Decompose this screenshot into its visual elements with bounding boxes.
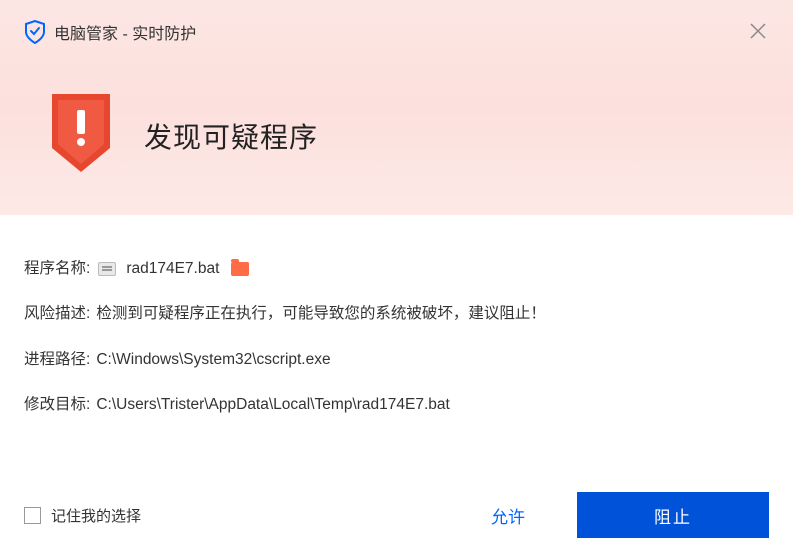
warning-shield-icon — [46, 94, 116, 178]
target-path-row: 修改目标: C:\Users\Trister\AppData\Local\Tem… — [24, 393, 769, 416]
header-top-row: 电脑管家 - 实时防护 — [24, 20, 769, 44]
close-button[interactable] — [749, 22, 767, 40]
footer-bar: 记住我的选择 允许 阻止 — [0, 477, 793, 553]
bat-file-icon — [98, 262, 116, 276]
target-label: 修改目标: — [24, 393, 90, 416]
remember-checkbox[interactable] — [24, 507, 41, 524]
program-name-row: 程序名称: rad174E7.bat — [24, 257, 769, 280]
block-button[interactable]: 阻止 — [577, 492, 769, 538]
folder-icon[interactable] — [231, 262, 249, 276]
app-logo-icon — [24, 20, 46, 44]
risk-value: 检测到可疑程序正在执行，可能导致您的系统被破坏，建议阻止！ — [96, 302, 546, 325]
alert-section: 发现可疑程序 — [46, 94, 769, 178]
program-name-label: 程序名称: — [24, 257, 90, 280]
action-buttons: 允许 阻止 — [467, 492, 769, 538]
process-path-row: 进程路径: C:\Windows\System32\cscript.exe — [24, 348, 769, 371]
remember-choice-section: 记住我的选择 — [24, 505, 141, 526]
program-name-value: rad174E7.bat — [126, 257, 219, 280]
remember-label: 记住我的选择 — [51, 505, 141, 526]
process-path-value: C:\Windows\System32\cscript.exe — [96, 348, 330, 371]
process-path-label: 进程路径: — [24, 348, 90, 371]
risk-description-row: 风险描述: 检测到可疑程序正在执行，可能导致您的系统被破坏，建议阻止！ — [24, 302, 769, 325]
target-value: C:\Users\Trister\AppData\Local\Temp\rad1… — [96, 393, 450, 416]
allow-button[interactable]: 允许 — [467, 495, 549, 536]
risk-label: 风险描述: — [24, 302, 90, 325]
details-section: 程序名称: rad174E7.bat 风险描述: 检测到可疑程序正在执行，可能导… — [0, 215, 793, 416]
alert-heading: 发现可疑程序 — [144, 116, 318, 156]
close-icon — [750, 23, 766, 39]
window-title: 电脑管家 - 实时防护 — [54, 20, 196, 44]
alert-header: 电脑管家 - 实时防护 发现可疑程序 — [0, 0, 793, 215]
